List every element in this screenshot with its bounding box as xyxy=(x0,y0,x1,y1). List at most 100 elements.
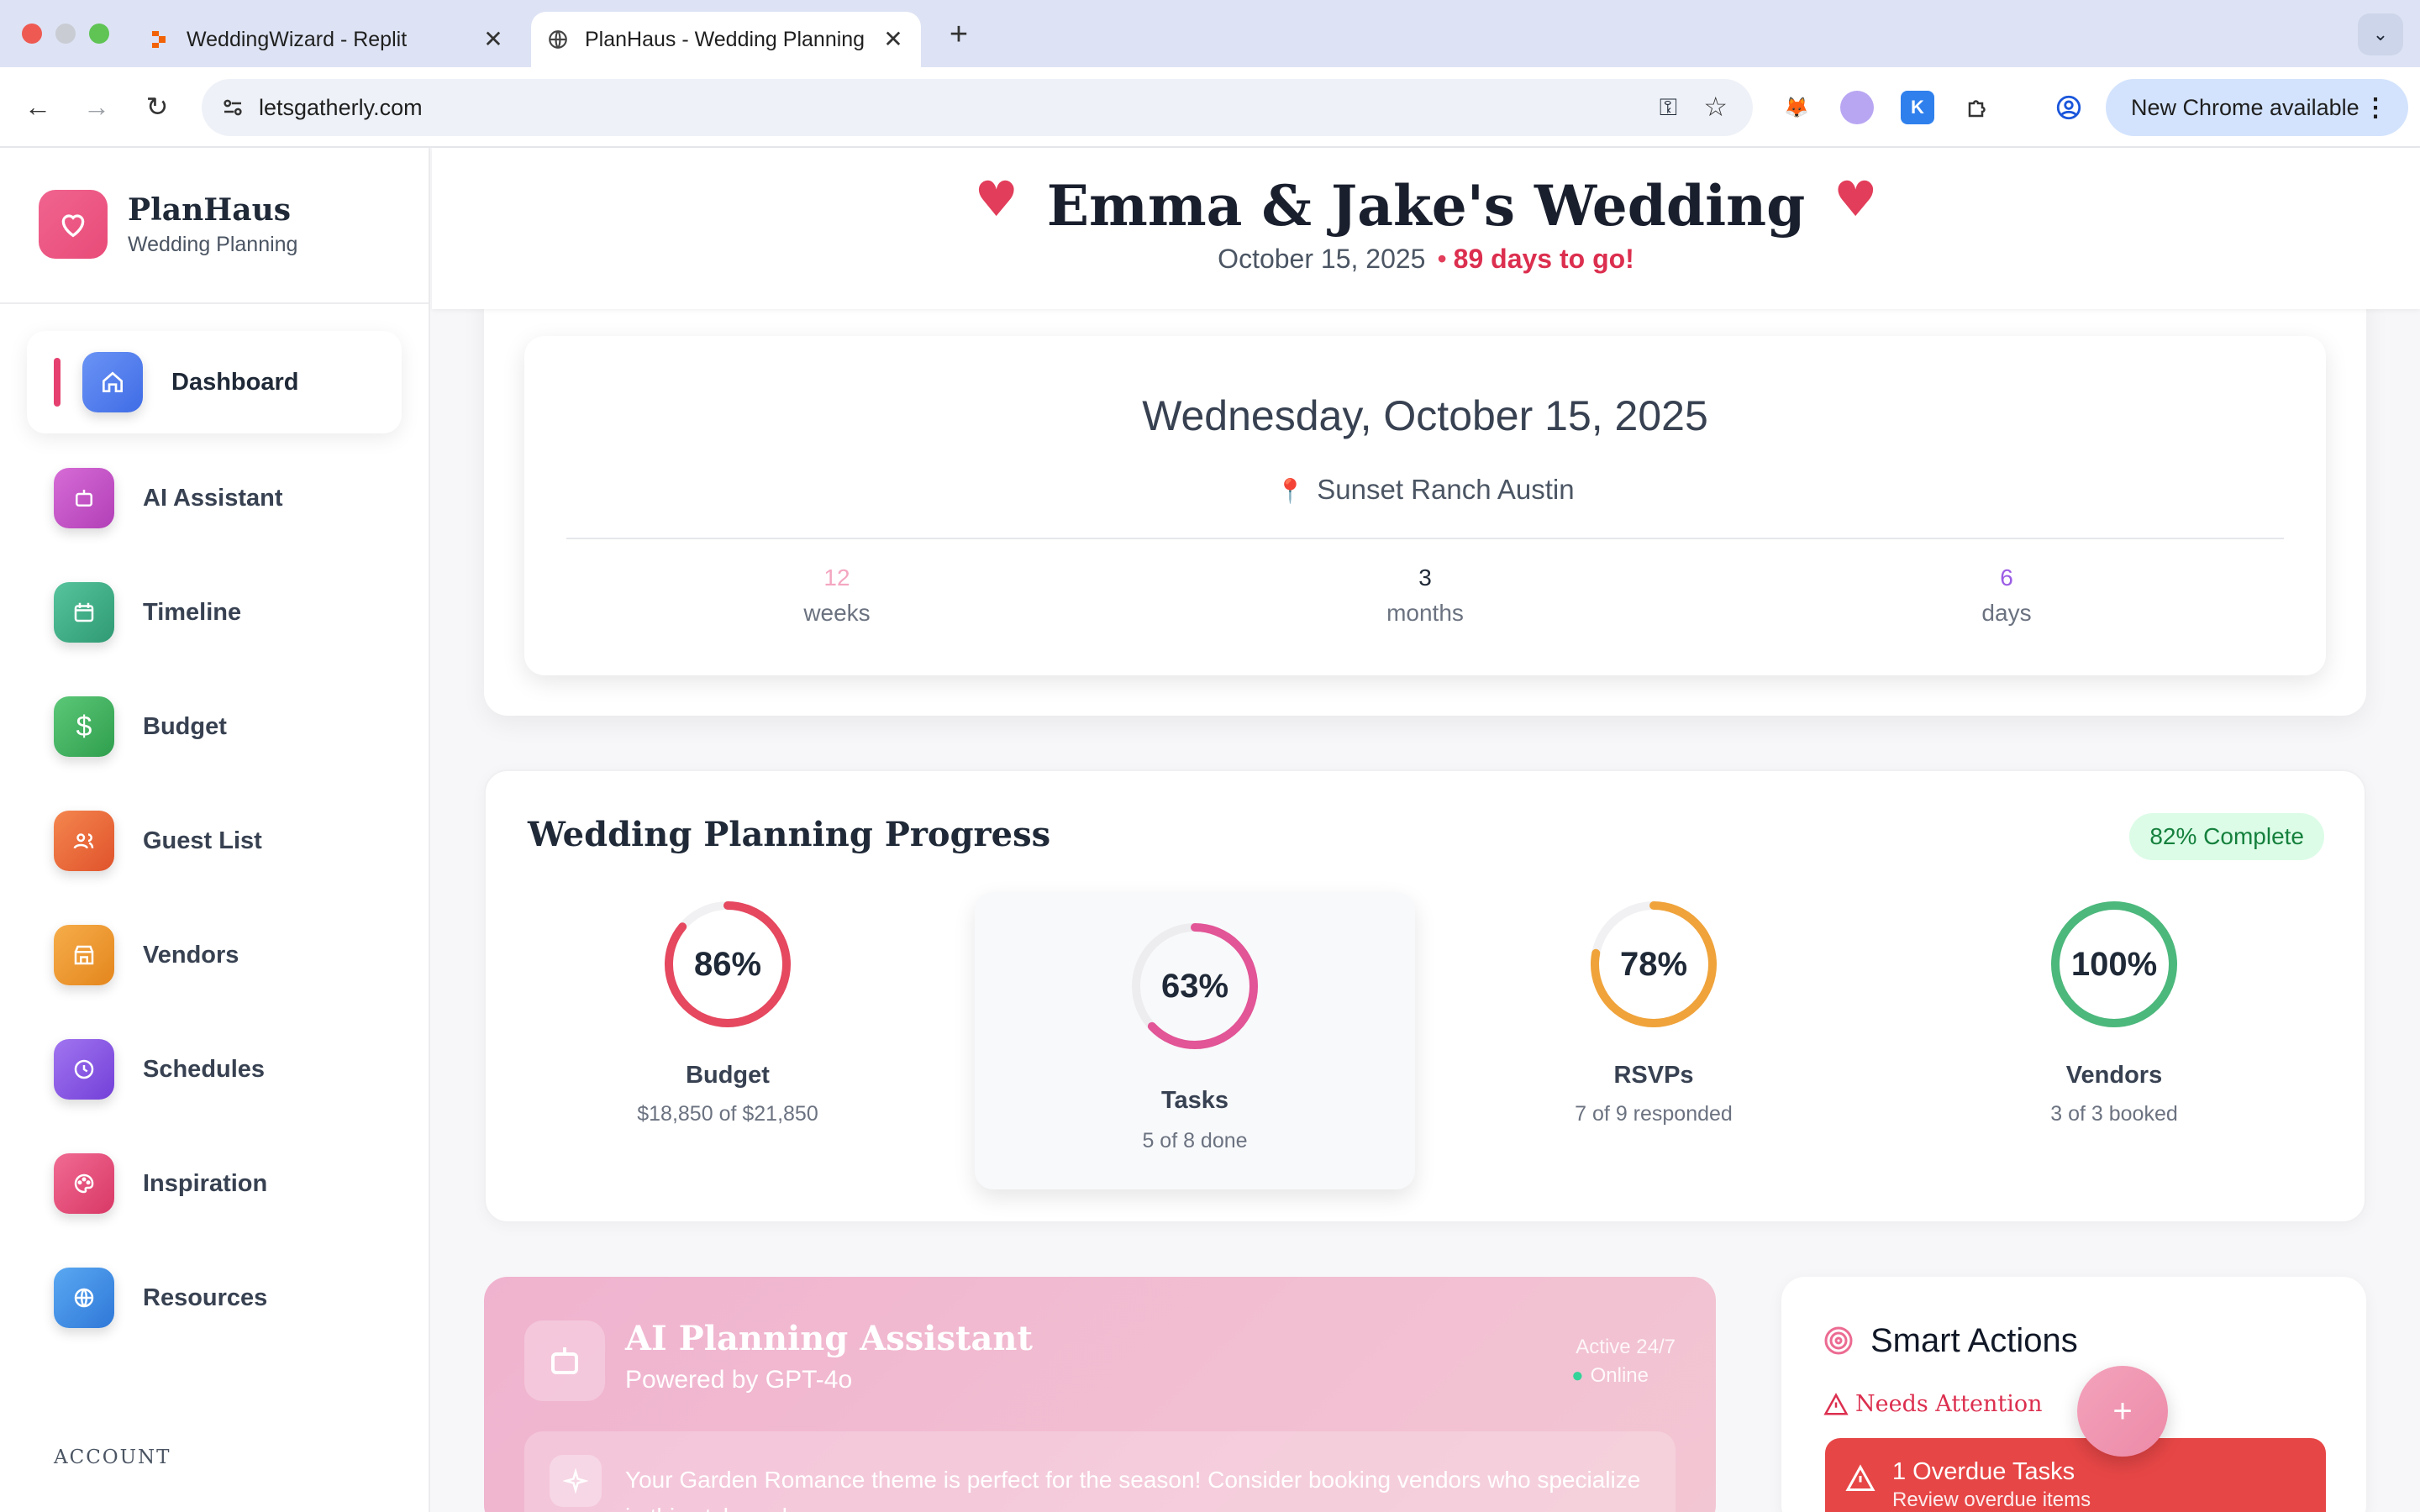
maximize-window-button[interactable] xyxy=(89,24,109,44)
ai-suggestion[interactable]: Your Garden Romance theme is perfect for… xyxy=(524,1431,1676,1512)
heart-icon: ♥ xyxy=(974,171,1018,228)
close-tab-icon[interactable]: ✕ xyxy=(481,27,506,52)
back-button[interactable]: ← xyxy=(17,86,59,128)
replit-icon xyxy=(148,28,171,51)
ai-online-status: ● Online xyxy=(1571,1364,1649,1387)
active-indicator xyxy=(54,358,60,407)
close-tab-icon[interactable]: ✕ xyxy=(881,27,906,52)
add-floating-button[interactable]: + xyxy=(2077,1366,2168,1457)
metric-detail: 3 of 3 booked xyxy=(2050,1102,2178,1126)
forward-button[interactable]: → xyxy=(76,86,118,128)
sidebar-item-budget[interactable]: $ Budget xyxy=(27,675,402,778)
sidebar-item-ai-assistant[interactable]: AI Assistant xyxy=(27,447,402,549)
sidebar-item-resources[interactable]: Resources xyxy=(27,1247,402,1349)
months-label: months xyxy=(1386,600,1464,626)
ai-suggestion-text: Your Garden Romance theme is perfect for… xyxy=(625,1467,1641,1512)
metric-detail: $18,850 of $21,850 xyxy=(637,1102,818,1126)
metric-name: Budget xyxy=(686,1062,770,1089)
users-icon xyxy=(54,811,114,871)
dollar-icon: $ xyxy=(54,696,114,757)
online-dot-icon: ● xyxy=(1571,1364,1584,1387)
extension-icon[interactable] xyxy=(1840,91,1874,124)
brand[interactable]: PlanHaus Wedding Planning xyxy=(39,190,297,259)
brand-title: PlanHaus xyxy=(128,192,292,228)
budget-percent: 86% xyxy=(693,945,762,983)
wedding-date-line: October 15, 2025 • 89 days to go! xyxy=(1218,244,1634,274)
weeks-count: 12 weeks xyxy=(711,564,963,627)
close-window-button[interactable] xyxy=(22,24,42,44)
progress-title: Wedding Planning Progress xyxy=(528,815,1051,854)
countdown-text: 89 days to go! xyxy=(1453,244,1634,274)
ai-assistant-title: AI Planning Assistant xyxy=(625,1319,1033,1358)
password-key-icon[interactable]: ⚿ xyxy=(1660,94,1677,122)
tab-replit[interactable]: WeddingWizard - Replit ✕ xyxy=(134,12,521,67)
tab-search-button[interactable]: ⌄ xyxy=(2358,13,2403,55)
heart-logo-icon xyxy=(39,190,108,259)
tab-title: WeddingWizard - Replit xyxy=(187,27,408,51)
metric-name: Vendors xyxy=(2065,1062,2163,1089)
chrome-update-button[interactable]: New Chrome available ⋮ xyxy=(2106,79,2408,136)
metric-detail: 5 of 8 done xyxy=(1142,1129,1248,1152)
store-icon xyxy=(54,925,114,985)
smart-actions-title: Smart Actions xyxy=(1870,1322,2078,1359)
sidebar-item-guest-list[interactable]: Guest List xyxy=(27,790,402,892)
tab-planhaus[interactable]: PlanHaus - Wedding Planning ✕ xyxy=(531,12,921,67)
sidebar-item-label: Dashboard xyxy=(171,368,299,396)
months-value: 3 xyxy=(1418,564,1432,591)
budget-progress-ring: 86% xyxy=(660,897,795,1032)
new-tab-button[interactable]: + xyxy=(939,15,978,54)
minimize-window-button[interactable] xyxy=(55,24,76,44)
ai-assistant-card[interactable]: AI Planning Assistant Powered by GPT-4o … xyxy=(484,1277,1716,1512)
full-date: Wednesday, October 15, 2025 xyxy=(1142,392,1708,439)
vendors-metric[interactable]: 100% Vendors 3 of 3 booked xyxy=(1894,897,2334,1194)
days-value: 6 xyxy=(2000,564,2013,591)
page-title: Emma & Jake's Wedding xyxy=(1046,173,1806,239)
vendors-progress-ring: 100% xyxy=(2047,897,2181,1032)
sidebar-item-label: Timeline xyxy=(143,598,242,626)
heart-icon: ♥ xyxy=(1833,171,1878,228)
vendors-percent: 100% xyxy=(2070,945,2158,983)
k-extension-icon[interactable]: K xyxy=(1901,91,1934,124)
url-text: letsgatherly.com xyxy=(259,94,423,120)
budget-metric[interactable]: 86% Budget $18,850 of $21,850 xyxy=(508,897,948,1194)
metric-name: RSVPs xyxy=(1613,1062,1694,1089)
site-settings-icon[interactable] xyxy=(220,95,245,120)
sidebar-item-timeline[interactable]: Timeline xyxy=(27,561,402,664)
reload-button[interactable]: ↻ xyxy=(136,86,178,128)
calendar-icon xyxy=(54,582,114,643)
robot-icon xyxy=(54,468,114,528)
sidebar-divider xyxy=(0,302,429,304)
weeks-value: 12 xyxy=(823,564,850,591)
more-menu-icon[interactable]: ⋮ xyxy=(2363,93,2388,123)
sparkle-icon xyxy=(550,1455,602,1507)
venue-line: 📍 Sunset Ranch Austin xyxy=(524,474,2326,506)
extensions-puzzle-icon[interactable] xyxy=(1961,91,1995,124)
event-details-card: Wednesday, October 15, 2025 📍 Sunset Ranc… xyxy=(524,336,2326,675)
globe-icon xyxy=(54,1268,114,1328)
sidebar-item-label: Inspiration xyxy=(143,1169,268,1197)
address-bar[interactable]: letsgatherly.com ⚿ ☆ xyxy=(202,79,1753,136)
page-title-row: ♥ Emma & Jake's Wedding ♥ xyxy=(432,171,2420,239)
wedding-date: October 15, 2025 xyxy=(1218,244,1426,274)
browser-toolbar: ← → ↻ letsgatherly.com ⚿ ☆ 🦊 K New Chrom… xyxy=(0,67,2420,148)
smart-actions-card: Smart Actions Needs Attention 1 Overdue … xyxy=(1781,1277,2366,1512)
sidebar: PlanHaus Wedding Planning Dashboard AI A… xyxy=(0,148,430,1512)
sidebar-item-label: Vendors xyxy=(143,941,239,969)
overdue-tasks-alert[interactable]: 1 Overdue Tasks Review overdue items xyxy=(1825,1438,2326,1512)
needs-attention-label: Needs Attention xyxy=(1823,1391,2043,1417)
divider xyxy=(566,538,2284,539)
sidebar-item-vendors[interactable]: Vendors xyxy=(27,904,402,1006)
tasks-metric[interactable]: 63% Tasks 5 of 8 done xyxy=(975,892,1415,1189)
map-pin-icon: 📍 xyxy=(1276,478,1306,504)
rsvps-metric[interactable]: 78% RSVPs 7 of 9 responded xyxy=(1434,897,1874,1194)
profile-icon[interactable] xyxy=(2052,91,2086,124)
sidebar-item-label: Guest List xyxy=(143,827,262,854)
sidebar-item-inspiration[interactable]: Inspiration xyxy=(27,1132,402,1235)
clock-icon xyxy=(54,1039,114,1100)
bookmark-star-icon[interactable]: ☆ xyxy=(1703,91,1728,123)
tasks-percent: 63% xyxy=(1160,967,1229,1005)
sidebar-item-dashboard[interactable]: Dashboard xyxy=(27,331,402,433)
metamask-extension-icon[interactable]: 🦊 xyxy=(1780,91,1813,124)
weeks-label: weeks xyxy=(803,600,871,626)
sidebar-item-schedules[interactable]: Schedules xyxy=(27,1018,402,1121)
